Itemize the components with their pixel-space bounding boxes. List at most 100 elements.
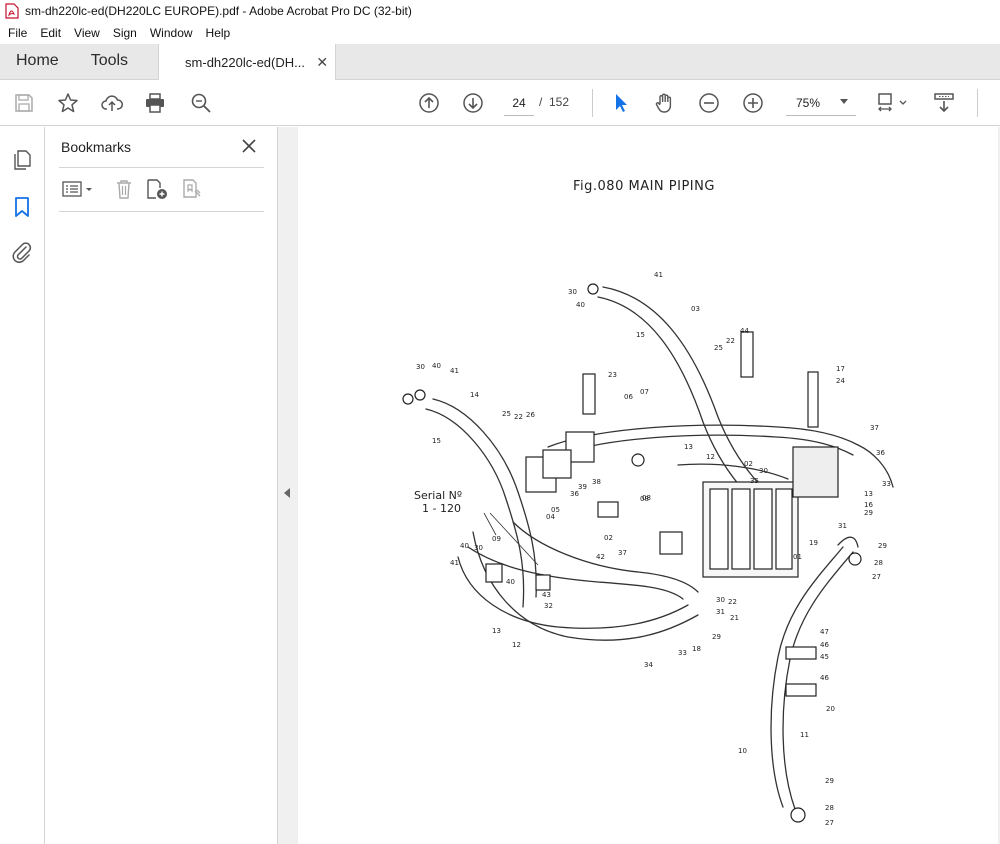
part-label: 28 xyxy=(874,559,883,567)
star-icon[interactable] xyxy=(56,91,80,115)
part-label: 13 xyxy=(492,627,501,635)
menu-view[interactable]: View xyxy=(69,26,105,40)
close-tab-icon[interactable]: ✕ xyxy=(316,54,328,71)
delete-bookmark-icon[interactable] xyxy=(112,177,136,201)
part-label: 33 xyxy=(882,480,891,488)
part-label: 37 xyxy=(870,424,879,432)
part-label: 25 xyxy=(502,410,511,418)
main-piping-diagram: 41 30 40 03 15 44 25 22 17 24 23 30 40 4… xyxy=(402,271,894,827)
zoom-level-select[interactable]: 75% xyxy=(786,90,856,116)
page-separator: / xyxy=(539,95,543,109)
next-page-icon[interactable] xyxy=(461,91,485,115)
part-label: 45 xyxy=(820,653,829,661)
part-label: 11 xyxy=(800,731,809,739)
bookmarks-panel: Bookmarks xyxy=(45,127,278,844)
tab-home[interactable]: Home xyxy=(0,43,75,79)
part-label: 40 xyxy=(506,578,515,586)
part-label: 46 xyxy=(820,641,829,649)
menu-sign[interactable]: Sign xyxy=(108,26,142,40)
bookmark-icon[interactable] xyxy=(10,195,34,219)
cloud-upload-icon[interactable] xyxy=(100,91,124,115)
part-label: 41 xyxy=(450,559,459,567)
figure-title: Fig.080 MAIN PIPING xyxy=(573,179,715,194)
part-label: 47 xyxy=(820,628,829,636)
save-icon[interactable] xyxy=(12,91,36,115)
part-label: 12 xyxy=(706,453,715,461)
part-label: 27 xyxy=(825,819,834,827)
part-label: 07 xyxy=(640,388,649,396)
page-thumbnails-icon[interactable] xyxy=(10,148,34,172)
panel-collapse-handle[interactable] xyxy=(278,127,296,844)
part-label: 12 xyxy=(512,641,521,649)
bookmark-options-icon[interactable] xyxy=(61,177,97,201)
part-label: 35 xyxy=(750,477,759,485)
part-label: 01 xyxy=(793,553,802,561)
part-label: 29 xyxy=(864,509,873,517)
fit-page-icon[interactable] xyxy=(876,91,912,115)
part-label: 22 xyxy=(514,413,523,421)
part-label: 40 xyxy=(460,542,469,550)
zoom-search-icon[interactable] xyxy=(189,91,213,115)
part-label: 10 xyxy=(738,747,747,755)
part-label: 41 xyxy=(654,271,663,279)
attachment-icon[interactable] xyxy=(10,240,34,264)
part-label: 34 xyxy=(644,661,653,669)
select-cursor-icon[interactable] xyxy=(609,91,633,115)
print-icon[interactable] xyxy=(143,91,167,115)
part-label: 36 xyxy=(876,449,885,457)
tab-tools[interactable]: Tools xyxy=(75,43,144,79)
part-label: 32 xyxy=(544,602,553,610)
part-label: 17 xyxy=(836,365,845,373)
zoom-in-icon[interactable] xyxy=(741,91,765,115)
part-label: 30 xyxy=(759,467,768,475)
part-label: 26 xyxy=(526,411,535,419)
tab-document-label: sm-dh220lc-ed(DH... xyxy=(185,54,305,70)
part-label: 20 xyxy=(826,705,835,713)
bookmark-structure-icon[interactable] xyxy=(180,177,204,201)
collapse-left-icon[interactable] xyxy=(284,488,290,498)
part-label: 30 xyxy=(416,363,425,371)
document-viewport[interactable]: 41 30 40 03 15 44 25 22 17 24 23 30 40 4… xyxy=(296,127,1000,844)
menu-file[interactable]: File xyxy=(3,26,32,40)
part-label: 44 xyxy=(740,327,749,335)
menu-help[interactable]: Help xyxy=(201,26,236,40)
toolbar-divider xyxy=(977,89,978,117)
part-label: 28 xyxy=(825,804,834,812)
tab-bar: Home Tools sm-dh220lc-ed(DH... ✕ xyxy=(0,44,1000,80)
menu-window[interactable]: Window xyxy=(145,26,198,40)
part-label: 38 xyxy=(592,478,601,486)
menu-edit[interactable]: Edit xyxy=(35,26,66,40)
part-label: 22 xyxy=(726,337,735,345)
part-label: 09 xyxy=(492,535,501,543)
part-label: 41 xyxy=(450,367,459,375)
part-label: 22 xyxy=(728,598,737,606)
hand-tool-icon[interactable] xyxy=(653,91,677,115)
part-label: 08 xyxy=(640,495,649,503)
part-label: 33 xyxy=(678,649,687,657)
navigation-rail xyxy=(0,127,45,844)
part-label: 13 xyxy=(684,443,693,451)
tab-document[interactable]: sm-dh220lc-ed(DH... ✕ xyxy=(158,44,337,80)
serial-number-note: Serial Nº 1 - 120 xyxy=(414,489,462,515)
title-bar: sm-dh220lc-ed(DH220LC EUROPE).pdf - Adob… xyxy=(0,0,1000,22)
chevron-down-icon xyxy=(840,99,848,104)
page-number-input[interactable] xyxy=(504,90,534,116)
new-bookmark-icon[interactable] xyxy=(145,177,169,201)
part-label: 37 xyxy=(618,549,627,557)
previous-page-icon[interactable] xyxy=(417,91,441,115)
scroll-mode-icon[interactable] xyxy=(932,91,956,115)
close-icon[interactable] xyxy=(240,137,258,155)
part-label: 19 xyxy=(809,539,818,547)
toolbar: / 152 75% xyxy=(0,80,1000,126)
part-label: 13 xyxy=(864,490,873,498)
zoom-out-icon[interactable] xyxy=(697,91,721,115)
serial-label: Serial Nº xyxy=(414,489,463,502)
bookmarks-toolbar-divider xyxy=(59,211,264,212)
part-label: 30 xyxy=(716,596,725,604)
window-title: sm-dh220lc-ed(DH220LC EUROPE).pdf - Adob… xyxy=(25,4,412,18)
part-label: 02 xyxy=(604,534,613,542)
part-label: 21 xyxy=(730,614,739,622)
part-label: 40 xyxy=(576,301,585,309)
part-label: 15 xyxy=(636,331,645,339)
part-label: 30 xyxy=(568,288,577,296)
